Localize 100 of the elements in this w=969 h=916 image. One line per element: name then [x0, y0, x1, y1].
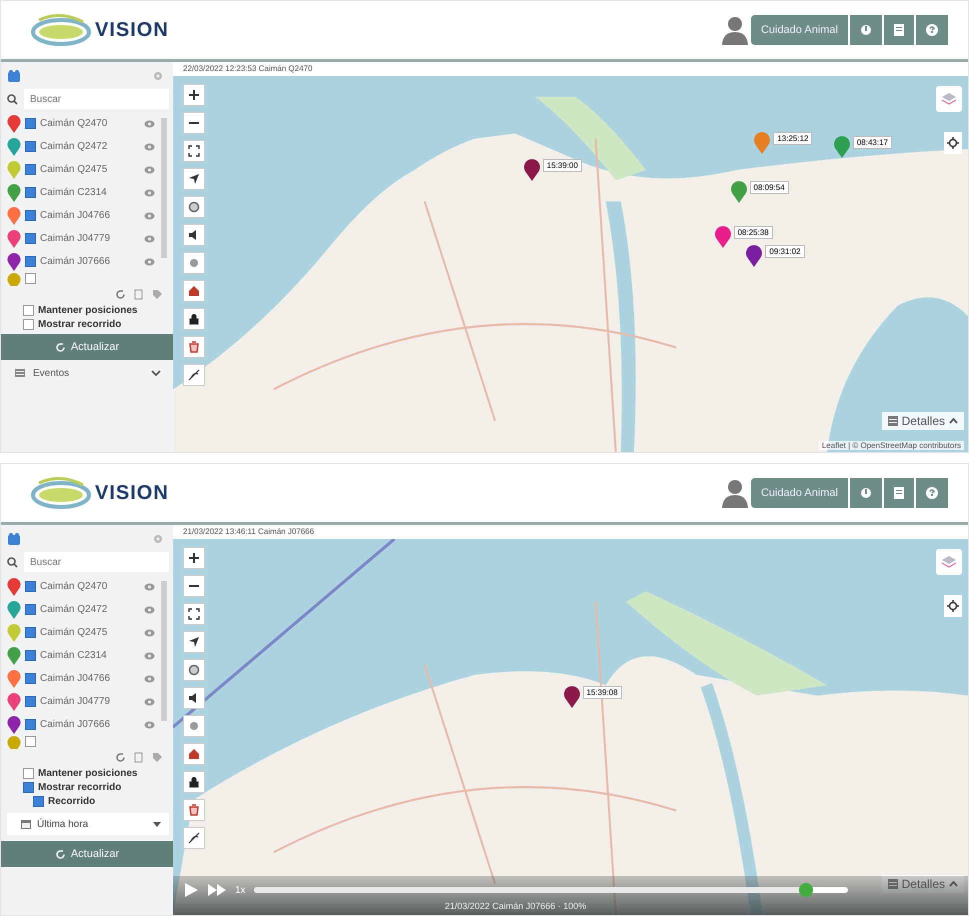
map-pin-icon[interactable] — [714, 226, 732, 248]
animal-name[interactable]: Caimán Q2475 — [40, 627, 140, 638]
animal-name[interactable]: Caimán C2314 — [40, 187, 140, 198]
fast-forward-icon[interactable] — [207, 883, 227, 897]
eye-icon[interactable] — [144, 120, 155, 128]
minus-tool-icon[interactable] — [183, 575, 205, 597]
animal-name[interactable]: Caimán Q2472 — [40, 141, 140, 152]
eye-icon[interactable] — [144, 720, 155, 728]
document-button[interactable] — [884, 15, 914, 45]
search-field[interactable]: Buscar — [24, 552, 169, 572]
locate-button[interactable] — [944, 132, 962, 154]
sound-tool-icon[interactable] — [183, 687, 205, 709]
nav-tool-icon[interactable] — [183, 631, 205, 653]
full-tool-icon[interactable] — [183, 140, 205, 162]
document-button[interactable] — [884, 478, 914, 508]
option-label[interactable]: Recorrido — [48, 796, 96, 807]
checkbox[interactable] — [25, 696, 36, 707]
checkbox[interactable] — [25, 256, 36, 267]
copy-icon[interactable] — [134, 288, 144, 300]
eye-icon[interactable] — [144, 582, 155, 590]
house-tool-icon[interactable] — [183, 743, 205, 765]
refresh-icon[interactable] — [115, 752, 126, 762]
layers-button[interactable] — [936, 86, 962, 112]
checkbox[interactable] — [25, 118, 36, 129]
events-section[interactable]: Eventos — [7, 360, 169, 386]
scrollbar[interactable] — [161, 118, 167, 258]
map-pin-icon[interactable] — [562, 686, 581, 708]
checkbox[interactable] — [23, 319, 34, 330]
checkbox[interactable] — [25, 627, 36, 638]
search-field[interactable]: Buscar — [24, 89, 169, 109]
trash-tool-icon[interactable] — [183, 336, 205, 358]
eye-icon[interactable] — [144, 628, 155, 636]
eye-icon[interactable] — [144, 652, 155, 660]
sound-tool-icon[interactable] — [183, 224, 205, 246]
checkbox[interactable] — [25, 141, 36, 152]
circle-tool-icon[interactable] — [183, 659, 205, 681]
eye-icon[interactable] — [144, 188, 155, 196]
settings-icon[interactable] — [153, 534, 163, 544]
locate-button[interactable] — [944, 595, 962, 617]
speed-text[interactable]: 1x — [235, 884, 246, 896]
eye-icon[interactable] — [144, 212, 155, 220]
checkbox[interactable] — [25, 673, 36, 684]
animal-name[interactable]: Caimán Q2470 — [40, 581, 140, 592]
eye-icon[interactable] — [144, 142, 155, 150]
animal-name[interactable]: Caimán Q2472 — [40, 604, 140, 615]
eye-icon[interactable] — [144, 166, 155, 174]
option-label[interactable]: Mantener posiciones — [38, 768, 138, 779]
checkbox[interactable] — [25, 650, 36, 661]
checkbox[interactable] — [25, 736, 36, 747]
house-tool-icon[interactable] — [183, 280, 205, 302]
checkbox[interactable] — [25, 273, 36, 284]
user-button[interactable]: Cuidado Animal — [750, 478, 848, 508]
checkbox[interactable] — [33, 796, 44, 807]
help-button[interactable] — [916, 15, 948, 45]
animal-name[interactable]: Caimán J04779 — [40, 696, 140, 707]
target-tool-icon[interactable] — [183, 715, 205, 737]
user-button[interactable]: Cuidado Animal — [750, 15, 848, 45]
animal-name[interactable]: Caimán J07666 — [40, 256, 140, 267]
eye-icon[interactable] — [144, 698, 155, 706]
play-icon[interactable] — [183, 882, 199, 898]
plus-tool-icon[interactable] — [183, 547, 205, 569]
trash-tool-icon[interactable] — [183, 799, 205, 821]
animal-name[interactable]: Caimán Q2475 — [40, 164, 140, 175]
refresh-button[interactable]: Actualizar — [1, 334, 173, 360]
refresh-icon[interactable] — [115, 288, 126, 300]
circle-tool-icon[interactable] — [183, 196, 205, 218]
checkbox[interactable] — [25, 164, 36, 175]
eye-icon[interactable] — [144, 258, 155, 266]
option-label[interactable]: Mostrar recorrido — [38, 782, 122, 793]
power-button[interactable] — [850, 478, 882, 508]
details-button[interactable]: Detalles — [882, 875, 964, 893]
full-tool-icon[interactable] — [183, 603, 205, 625]
minus-tool-icon[interactable] — [183, 112, 205, 134]
copy-icon[interactable] — [134, 752, 144, 762]
animal-name[interactable]: Caimán J07666 — [40, 719, 140, 730]
help-button[interactable] — [916, 478, 948, 508]
animal-name[interactable]: Caimán J04766 — [40, 673, 140, 684]
checkbox[interactable] — [25, 233, 36, 244]
target-tool-icon[interactable] — [183, 252, 205, 274]
checkbox[interactable] — [25, 210, 36, 221]
checkbox[interactable] — [25, 604, 36, 615]
animal-name[interactable]: Caimán J04779 — [40, 233, 140, 244]
checkbox[interactable] — [23, 768, 34, 779]
checkbox[interactable] — [25, 581, 36, 592]
map-pin-icon[interactable] — [745, 245, 764, 268]
plus-tool-icon[interactable] — [183, 84, 205, 106]
option-label[interactable]: Mostrar recorrido — [38, 319, 122, 330]
eye-icon[interactable] — [144, 234, 155, 242]
lock-tool-icon[interactable] — [183, 308, 205, 330]
period-select[interactable]: Última hora — [7, 813, 169, 835]
settings-icon[interactable] — [153, 71, 163, 81]
animal-name[interactable]: Caimán J04766 — [40, 210, 140, 221]
tag-icon[interactable] — [152, 752, 163, 762]
lock-tool-icon[interactable] — [183, 771, 205, 793]
checkbox[interactable] — [25, 187, 36, 198]
checkbox[interactable] — [23, 305, 34, 316]
animal-name[interactable]: Caimán Q2470 — [40, 118, 140, 129]
eye-icon[interactable] — [144, 674, 155, 682]
refresh-button[interactable]: Actualizar — [1, 841, 173, 867]
power-button[interactable] — [850, 15, 882, 45]
